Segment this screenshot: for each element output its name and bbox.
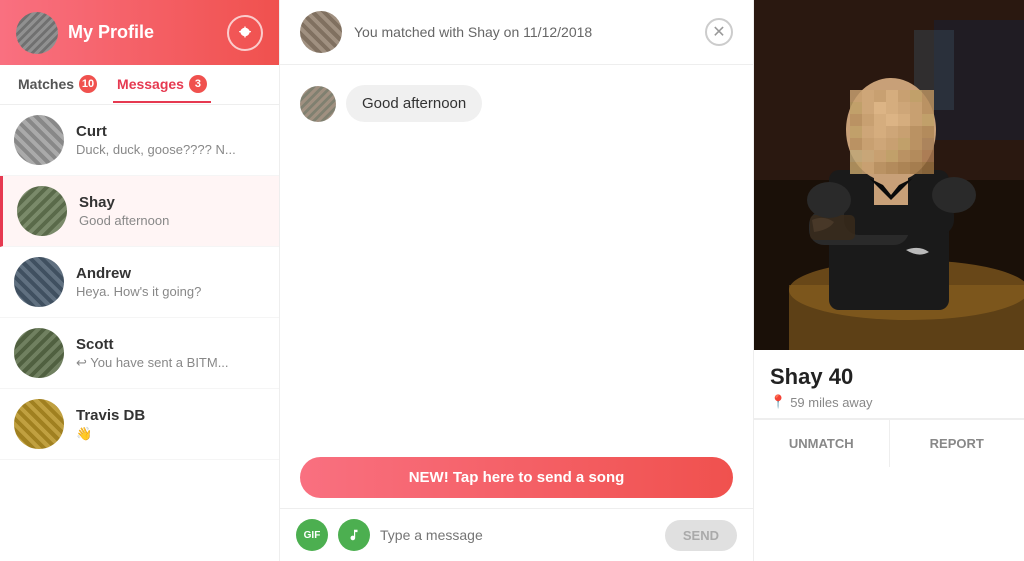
curt-info: Curt Duck, duck, goose???? N... bbox=[76, 123, 265, 157]
tab-matches[interactable]: Matches 10 bbox=[14, 67, 101, 103]
shay-name: Shay bbox=[79, 194, 265, 211]
andrew-info: Andrew Heya. How's it going? bbox=[76, 265, 265, 299]
andrew-preview: Heya. How's it going? bbox=[76, 284, 265, 299]
pin-icon: 📍 bbox=[770, 394, 786, 410]
curt-preview: Duck, duck, goose???? N... bbox=[76, 142, 265, 157]
conversation-travis[interactable]: Travis DB 👋 bbox=[0, 389, 279, 460]
match-date-text: You matched with Shay on 11/12/2018 bbox=[354, 24, 592, 40]
header-left: My Profile bbox=[16, 12, 154, 54]
conversation-andrew[interactable]: Andrew Heya. How's it going? bbox=[0, 247, 279, 318]
profile-panel: Shay 40 📍 59 miles away UNMATCH REPORT bbox=[754, 0, 1024, 561]
profile-distance: 📍 59 miles away bbox=[770, 394, 1008, 410]
report-button[interactable]: REPORT bbox=[890, 419, 1024, 467]
message-input[interactable] bbox=[380, 527, 655, 543]
travis-name: Travis DB bbox=[76, 407, 265, 424]
curt-avatar bbox=[14, 115, 64, 165]
message-tabs: Matches 10 Messages 3 bbox=[0, 65, 279, 105]
sidebar: My Profile Matches 10 Messages 3 Curt Du… bbox=[0, 0, 280, 561]
scott-info: Scott ↩ You have sent a BITM... bbox=[76, 336, 265, 371]
curt-name: Curt bbox=[76, 123, 265, 140]
distance-text: 59 miles away bbox=[790, 395, 872, 410]
travis-preview: 👋 bbox=[76, 426, 265, 442]
shay-avatar bbox=[17, 186, 67, 236]
shay-info: Shay Good afternoon bbox=[79, 194, 265, 228]
conversation-shay[interactable]: Shay Good afternoon bbox=[0, 176, 279, 247]
chat-header-left: You matched with Shay on 11/12/2018 bbox=[300, 11, 592, 53]
chat-header: You matched with Shay on 11/12/2018 ✕ bbox=[280, 0, 753, 65]
gif-button[interactable]: GIF bbox=[296, 519, 328, 551]
message-bubble-1: Good afternoon bbox=[346, 85, 482, 122]
unmatch-button[interactable]: UNMATCH bbox=[754, 419, 890, 467]
sidebar-title: My Profile bbox=[68, 22, 154, 43]
profile-name: Shay bbox=[770, 364, 823, 389]
my-profile-avatar[interactable] bbox=[16, 12, 58, 54]
chat-match-avatar bbox=[300, 11, 342, 53]
sidebar-header: My Profile bbox=[0, 0, 279, 65]
close-chat-button[interactable]: ✕ bbox=[705, 18, 733, 46]
chat-input-row: GIF SEND bbox=[280, 508, 753, 561]
profile-info: Shay 40 📍 59 miles away bbox=[754, 350, 1024, 419]
travis-info: Travis DB 👋 bbox=[76, 407, 265, 442]
conversation-list: Curt Duck, duck, goose???? N... Shay Goo… bbox=[0, 105, 279, 561]
tab-matches-label: Matches bbox=[18, 76, 74, 92]
profile-photo bbox=[754, 0, 1024, 350]
chat-area: You matched with Shay on 11/12/2018 ✕ Go… bbox=[280, 0, 754, 561]
scott-preview: ↩ You have sent a BITM... bbox=[76, 355, 265, 371]
tab-messages-label: Messages bbox=[117, 76, 184, 92]
matches-badge: 10 bbox=[79, 75, 97, 93]
messages-badge: 3 bbox=[189, 75, 207, 93]
shay-preview: Good afternoon bbox=[79, 213, 265, 228]
music-button[interactable] bbox=[338, 519, 370, 551]
song-banner[interactable]: NEW! Tap here to send a song bbox=[300, 457, 733, 498]
profile-photo-svg bbox=[754, 0, 1024, 350]
profile-name-age: Shay 40 bbox=[770, 364, 1008, 390]
settings-button[interactable] bbox=[227, 15, 263, 51]
message-row-1: Good afternoon bbox=[300, 85, 733, 122]
scott-name: Scott bbox=[76, 336, 265, 353]
profile-age: 40 bbox=[829, 364, 853, 389]
send-button[interactable]: SEND bbox=[665, 520, 737, 551]
andrew-name: Andrew bbox=[76, 265, 265, 282]
message-avatar bbox=[300, 86, 336, 122]
chat-messages: Good afternoon bbox=[280, 65, 753, 447]
profile-actions: UNMATCH REPORT bbox=[754, 419, 1024, 467]
andrew-avatar bbox=[14, 257, 64, 307]
conversation-scott[interactable]: Scott ↩ You have sent a BITM... bbox=[0, 318, 279, 389]
conversation-curt[interactable]: Curt Duck, duck, goose???? N... bbox=[0, 105, 279, 176]
travis-avatar bbox=[14, 399, 64, 449]
scott-avatar bbox=[14, 328, 64, 378]
tab-messages[interactable]: Messages 3 bbox=[113, 67, 211, 103]
